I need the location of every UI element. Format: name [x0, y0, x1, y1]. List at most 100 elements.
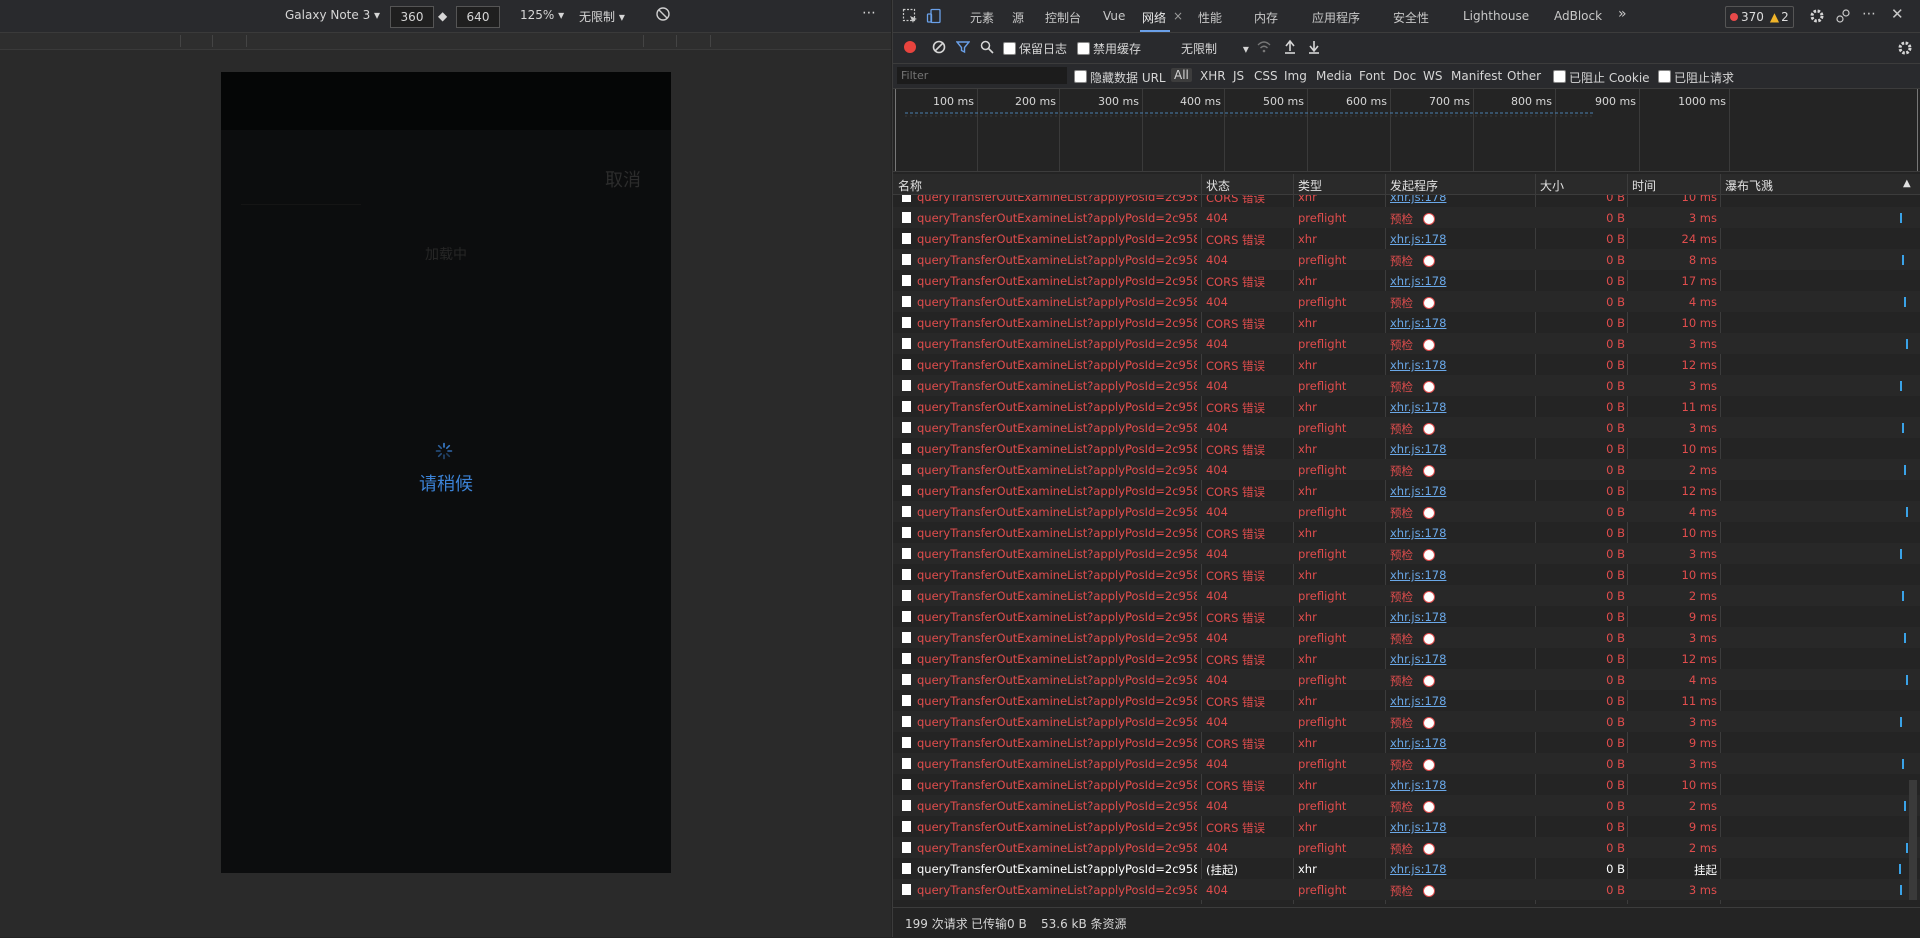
filter-type-font[interactable]: Font: [1359, 69, 1385, 83]
tab-memory[interactable]: 内存: [1254, 9, 1278, 26]
filter-type-all[interactable]: All: [1171, 68, 1192, 82]
disable-cache-checkbox[interactable]: [1077, 42, 1090, 55]
cell-initiator[interactable]: 预检: [1390, 505, 1530, 521]
table-row[interactable]: queryTransferOutExamineList?applyPosId=2…: [893, 354, 1920, 375]
blocked-cookies-checkbox[interactable]: [1553, 70, 1566, 83]
filter-type-xhr[interactable]: XHR: [1200, 69, 1226, 83]
table-row[interactable]: queryTransferOutExamineList?applyPosId=2…: [893, 417, 1920, 438]
filter-type-media[interactable]: Media: [1316, 69, 1352, 83]
search-icon[interactable]: [980, 40, 994, 59]
swap-dimensions-icon[interactable]: ◆: [438, 9, 447, 23]
cell-initiator[interactable]: 预检: [1390, 715, 1530, 731]
cell-initiator[interactable]: 预检: [1390, 295, 1530, 311]
cell-initiator[interactable]: 预检: [1390, 757, 1530, 773]
cell-initiator[interactable]: xhr.js:178: [1390, 652, 1530, 666]
throttle-select[interactable]: 无限制 ▾: [579, 8, 625, 25]
more-options-icon[interactable]: ⋯: [862, 5, 876, 21]
cell-initiator[interactable]: 预检: [1390, 337, 1530, 353]
column-header-time[interactable]: 时间: [1632, 177, 1656, 194]
cell-initiator[interactable]: xhr.js:178: [1390, 736, 1530, 750]
tab-network[interactable]: 网络: [1142, 9, 1166, 26]
table-row[interactable]: queryTransferOutExamineList?applyPosId=2…: [893, 501, 1920, 522]
tab-console[interactable]: 控制台: [1045, 9, 1081, 26]
preserve-log-checkbox[interactable]: [1003, 42, 1016, 55]
filter-type-doc[interactable]: Doc: [1393, 69, 1416, 83]
cell-initiator[interactable]: xhr.js:178: [1390, 694, 1530, 708]
cell-initiator[interactable]: xhr.js:178: [1390, 862, 1530, 876]
table-row[interactable]: queryTransferOutExamineList?applyPosId=2…: [893, 270, 1920, 291]
column-header-waterfall[interactable]: 瀑布飞溅: [1725, 177, 1773, 194]
cell-initiator[interactable]: 预检: [1390, 673, 1530, 689]
table-row[interactable]: queryTransferOutExamineList?applyPosId=2…: [893, 648, 1920, 669]
tab-elements[interactable]: 元素: [970, 9, 994, 26]
filter-type-css[interactable]: CSS: [1254, 69, 1278, 83]
cell-initiator[interactable]: xhr.js:178: [1390, 610, 1530, 624]
column-header-name[interactable]: 名称: [898, 177, 922, 194]
cell-initiator[interactable]: xhr.js:178: [1390, 274, 1530, 288]
cell-initiator[interactable]: 预检: [1390, 799, 1530, 815]
more-tabs-icon[interactable]: »: [1618, 6, 1627, 22]
cell-initiator[interactable]: xhr.js:178: [1390, 442, 1530, 456]
filter-type-manifest[interactable]: Manifest: [1451, 69, 1502, 83]
export-har-icon[interactable]: [1307, 39, 1321, 60]
table-row[interactable]: queryTransferOutExamineList?applyPosId=2…: [893, 195, 1920, 207]
filter-icon[interactable]: [955, 40, 971, 59]
tab-performance[interactable]: 性能: [1198, 9, 1222, 26]
table-row[interactable]: queryTransferOutExamineList?applyPosId=2…: [893, 711, 1920, 732]
sort-ascending-icon[interactable]: ▲: [1903, 178, 1911, 189]
filter-type-other[interactable]: Other: [1507, 69, 1541, 83]
cell-initiator[interactable]: xhr.js:178: [1390, 820, 1530, 834]
device-select[interactable]: Galaxy Note 3 ▾: [285, 8, 380, 22]
table-row[interactable]: queryTransferOutExamineList?applyPosId=2…: [893, 690, 1920, 711]
tab-lighthouse[interactable]: Lighthouse: [1463, 9, 1529, 23]
cell-initiator[interactable]: 预检: [1390, 253, 1530, 269]
tab-application[interactable]: 应用程序: [1312, 9, 1360, 26]
cell-initiator[interactable]: xhr.js:178: [1390, 400, 1530, 414]
table-row[interactable]: queryTransferOutExamineList?applyPosId=2…: [893, 732, 1920, 753]
hide-data-urls-checkbox[interactable]: [1074, 70, 1087, 83]
table-row[interactable]: queryTransferOutExamineList?applyPosId=2…: [893, 543, 1920, 564]
table-row[interactable]: queryTransferOutExamineList?applyPosId=2…: [893, 858, 1920, 879]
cell-initiator[interactable]: xhr.js:178: [1390, 484, 1530, 498]
height-input[interactable]: 640: [456, 6, 500, 28]
table-row[interactable]: queryTransferOutExamineList?applyPosId=2…: [893, 522, 1920, 543]
cell-initiator[interactable]: xhr.js:178: [1390, 778, 1530, 792]
inspect-element-icon[interactable]: [902, 8, 918, 29]
table-row[interactable]: queryTransferOutExamineList?applyPosId=2…: [893, 585, 1920, 606]
cell-initiator[interactable]: 预检: [1390, 631, 1530, 647]
blocked-requests-checkbox[interactable]: [1658, 70, 1671, 83]
table-row[interactable]: queryTransferOutExamineList?applyPosId=2…: [893, 228, 1920, 249]
settings-gear-icon[interactable]: [1809, 8, 1825, 29]
cell-initiator[interactable]: 预检: [1390, 421, 1530, 437]
cell-initiator[interactable]: 预检: [1390, 211, 1530, 227]
request-list-scrollbar[interactable]: [1909, 780, 1917, 900]
import-har-icon[interactable]: [1283, 39, 1297, 60]
table-row[interactable]: queryTransferOutExamineList?applyPosId=2…: [893, 795, 1920, 816]
cell-initiator[interactable]: xhr.js:178: [1390, 232, 1530, 246]
rotate-icon[interactable]: [655, 6, 671, 25]
cell-initiator[interactable]: xhr.js:178: [1390, 195, 1530, 204]
network-conditions-icon[interactable]: [1256, 40, 1272, 59]
network-settings-gear-icon[interactable]: [1897, 40, 1913, 61]
cell-initiator[interactable]: 预检: [1390, 463, 1530, 479]
column-header-type[interactable]: 类型: [1298, 177, 1322, 194]
column-header-status[interactable]: 状态: [1206, 177, 1230, 194]
cell-initiator[interactable]: 预检: [1390, 883, 1530, 899]
customize-more-icon[interactable]: ⋯: [1862, 6, 1876, 22]
table-row[interactable]: queryTransferOutExamineList?applyPosId=2…: [893, 879, 1920, 900]
network-throttle-select[interactable]: 无限制 ▾: [1181, 40, 1249, 57]
table-row[interactable]: queryTransferOutExamineList?applyPosId=2…: [893, 438, 1920, 459]
table-row[interactable]: queryTransferOutExamineList?applyPosId=2…: [893, 459, 1920, 480]
close-devtools-icon[interactable]: ✕: [1891, 6, 1904, 22]
table-row[interactable]: queryTransferOutExamineList?applyPosId=2…: [893, 396, 1920, 417]
table-row[interactable]: queryTransferOutExamineList?applyPosId=2…: [893, 375, 1920, 396]
record-icon[interactable]: [904, 41, 916, 53]
filter-type-img[interactable]: Img: [1284, 69, 1307, 83]
cell-initiator[interactable]: 预检: [1390, 589, 1530, 605]
zoom-select[interactable]: 125% ▾: [520, 8, 564, 22]
tab-vue[interactable]: Vue: [1103, 9, 1125, 23]
dock-side-icon[interactable]: [1835, 8, 1851, 29]
cell-initiator[interactable]: xhr.js:178: [1390, 568, 1530, 582]
cell-initiator[interactable]: 预检: [1390, 547, 1530, 563]
tab-security[interactable]: 安全性: [1393, 9, 1429, 26]
